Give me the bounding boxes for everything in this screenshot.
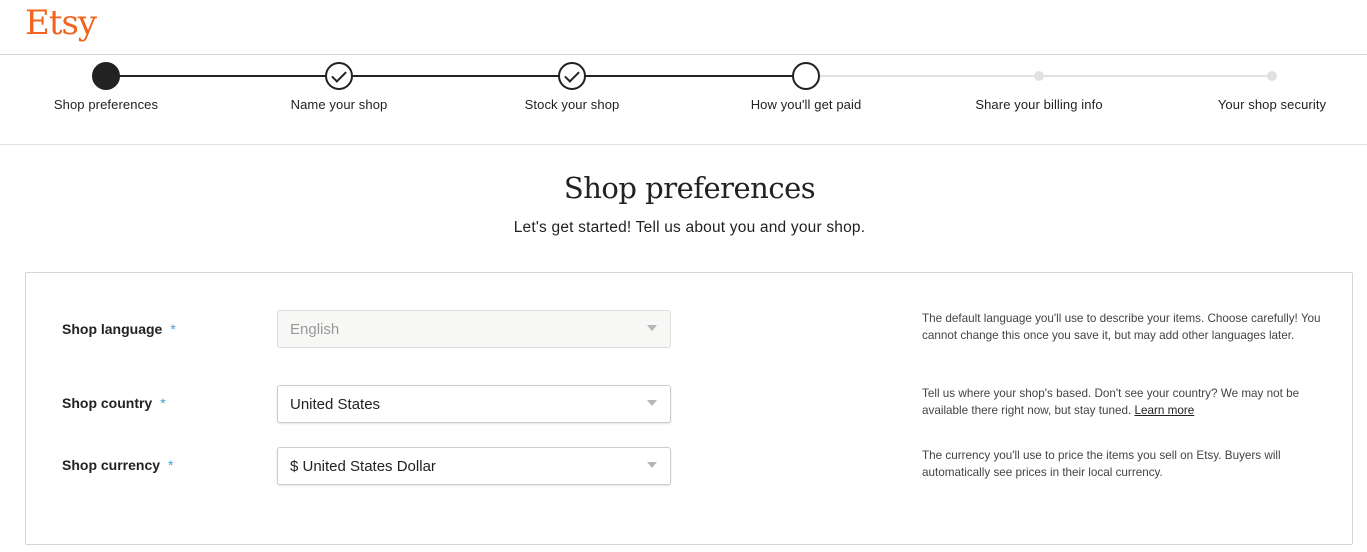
progress-track-complete [106, 75, 806, 77]
empty-step-circle-icon [792, 62, 820, 90]
step-label: How you'll get paid [750, 97, 862, 112]
checkmark-icon [558, 62, 586, 90]
select-value: $ United States Dollar [290, 458, 436, 475]
learn-more-link[interactable]: Learn more [1134, 404, 1194, 417]
required-marker: * [170, 321, 176, 337]
caret-down-icon [647, 462, 657, 468]
shop-preferences-form: Shop language * English The default langu… [25, 272, 1353, 545]
onboarding-progress-stepper: Shop preferences Name your shop Stock yo… [0, 56, 1367, 145]
caret-down-icon [647, 400, 657, 406]
shop-currency-help: The currency you'll use to price the ite… [922, 449, 1281, 479]
shop-currency-select[interactable]: $ United States Dollar [277, 447, 671, 485]
caret-down-icon [647, 325, 657, 331]
shop-country-select[interactable]: United States [277, 385, 671, 423]
top-header: Etsy [0, 0, 1367, 55]
shop-currency-label: Shop currency * [62, 457, 174, 473]
step-label: Shop preferences [53, 97, 159, 112]
upcoming-step-dot-icon [1267, 71, 1277, 81]
required-marker: * [168, 457, 174, 473]
shop-country-help: Tell us where your shop's based. Don't s… [922, 387, 1300, 417]
upcoming-step-dot-icon [1034, 71, 1044, 81]
shop-language-help: The default language you'll use to descr… [922, 312, 1321, 342]
step-label: Share your billing info [975, 97, 1103, 112]
step-label: Name your shop [290, 97, 388, 112]
select-value: United States [290, 396, 381, 413]
page-title: Shop preferences [563, 171, 816, 205]
shop-language-select[interactable]: English [277, 310, 671, 348]
etsy-logo[interactable]: Etsy [25, 1, 97, 45]
step-label: Stock your shop [524, 97, 620, 112]
required-marker: * [160, 395, 166, 411]
step-label: Your shop security [1217, 97, 1327, 112]
page-subtitle: Let's get started! Tell us about you and… [513, 219, 866, 236]
select-value: English [290, 321, 340, 338]
current-step-dot-icon [92, 62, 120, 90]
shop-language-label: Shop language * [62, 321, 176, 337]
shop-country-label: Shop country * [62, 395, 166, 411]
checkmark-icon [325, 62, 353, 90]
